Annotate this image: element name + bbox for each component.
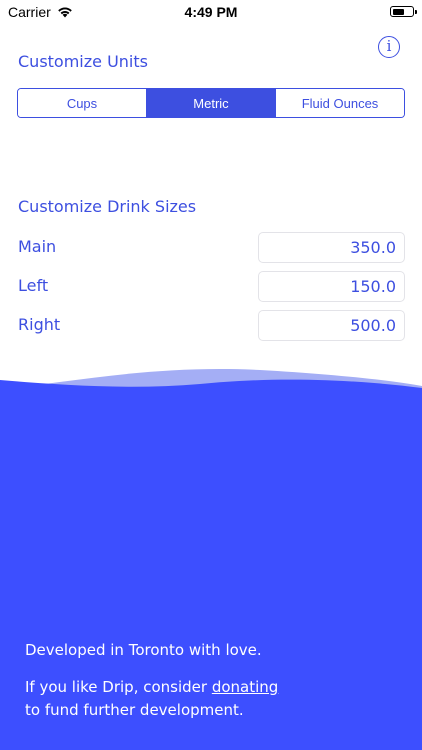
footer-donate-prefix: If you like Drip, consider — [25, 678, 212, 696]
drink-size-label-main: Main — [18, 237, 57, 256]
units-segmented-control: Cups Metric Fluid Ounces — [17, 88, 405, 118]
battery-fill — [392, 8, 404, 15]
footer-credit: Developed in Toronto with love. — [25, 641, 262, 659]
info-icon[interactable]: i — [378, 36, 400, 58]
drink-size-label-left: Left — [18, 276, 49, 295]
status-bar: Carrier 4:49 PM — [0, 0, 422, 24]
settings-screen: Carrier 4:49 PM Customize Units i Cups M… — [0, 0, 422, 750]
segment-metric[interactable]: Metric — [146, 89, 275, 117]
footer-donate-line: If you like Drip, consider donating — [25, 677, 278, 697]
drink-size-input-main[interactable] — [258, 232, 405, 263]
drink-size-label-right: Right — [18, 315, 61, 334]
segment-fluid-ounces[interactable]: Fluid Ounces — [275, 89, 404, 117]
status-time: 4:49 PM — [184, 4, 238, 20]
drink-size-input-left[interactable] — [258, 271, 405, 302]
footer-donate-suffix: to fund further development. — [25, 701, 244, 719]
drink-sizes-section-title: Customize Drink Sizes — [18, 197, 197, 216]
battery-icon — [390, 6, 417, 17]
donate-link[interactable]: donating — [212, 678, 278, 696]
segment-cups[interactable]: Cups — [18, 89, 146, 117]
drink-size-input-right[interactable] — [258, 310, 405, 341]
units-section-title: Customize Units — [18, 52, 148, 71]
